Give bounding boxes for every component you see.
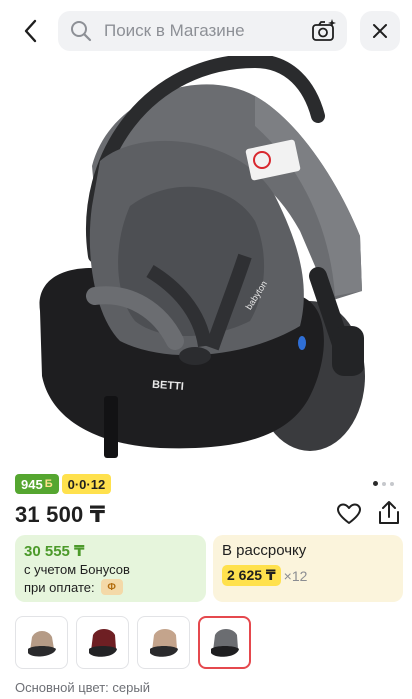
bonus-line-2-text: при оплате: [24,579,95,595]
carousel-dot [390,481,394,486]
bonus-symbol: Б [44,478,53,490]
share-button[interactable] [376,499,402,527]
search-icon [71,21,92,42]
camera-sparkle-icon[interactable] [311,18,337,44]
carousel-dot [373,481,378,486]
variant-thumbnails [15,616,251,669]
bonus-price-card[interactable]: 30 555 ₸ с учетом Бонусов при оплате: Ф [15,535,206,602]
installment-badge: 0·0·12 [61,474,112,494]
close-icon [373,24,387,38]
car-seat-illustration: BETTI babyton [39,53,365,458]
share-icon [379,501,399,524]
bonus-coin-icon: Ф [100,579,123,595]
bonus-badge: 945 Б [15,474,59,494]
variant-thumb-beige[interactable] [15,616,68,669]
car-seat-thumb-icon [88,628,117,657]
car-seat-thumb-icon [27,630,56,656]
close-button[interactable] [360,11,400,51]
chevron-left-icon [24,19,37,43]
carousel-dot [382,481,386,486]
product-price: 31 500 ₸ [15,502,106,527]
badges: 945 Б 0·0·12 [15,474,112,494]
bonus-badge-value: 945 [21,476,43,492]
installment-title: В рассрочку [222,542,307,559]
variant-thumb-burgundy[interactable] [76,616,129,669]
top-bar [0,0,412,62]
bonus-price-amount: 30 555 ₸ [24,543,85,560]
installment-row: 2 625 ₸ ×12 [222,565,394,586]
installment-monthly: 2 625 ₸ [222,565,281,586]
installment-multiplier: ×12 [283,567,308,584]
bonus-line-1: с учетом Бонусов [24,562,130,577]
search-input[interactable] [104,11,294,51]
car-seat-thumb-icon [210,628,239,657]
heart-icon [337,503,361,524]
seat-model-text: BETTI [152,379,185,393]
carousel-indicator [373,481,394,486]
main-color-label: Основной цвет: серый [15,680,150,695]
back-button[interactable] [14,14,48,48]
variant-thumb-light-brown[interactable] [137,616,190,669]
search-bar[interactable] [58,11,347,51]
installment-card[interactable]: В рассрочку 2 625 ₸ ×12 [213,535,403,602]
bonus-line-2: при оплате: Ф [24,579,197,595]
product-image[interactable]: BETTI babyton [0,53,412,466]
car-seat-thumb-icon [149,628,178,657]
variant-thumb-grey[interactable] [198,616,251,669]
favorite-button[interactable] [336,501,362,527]
